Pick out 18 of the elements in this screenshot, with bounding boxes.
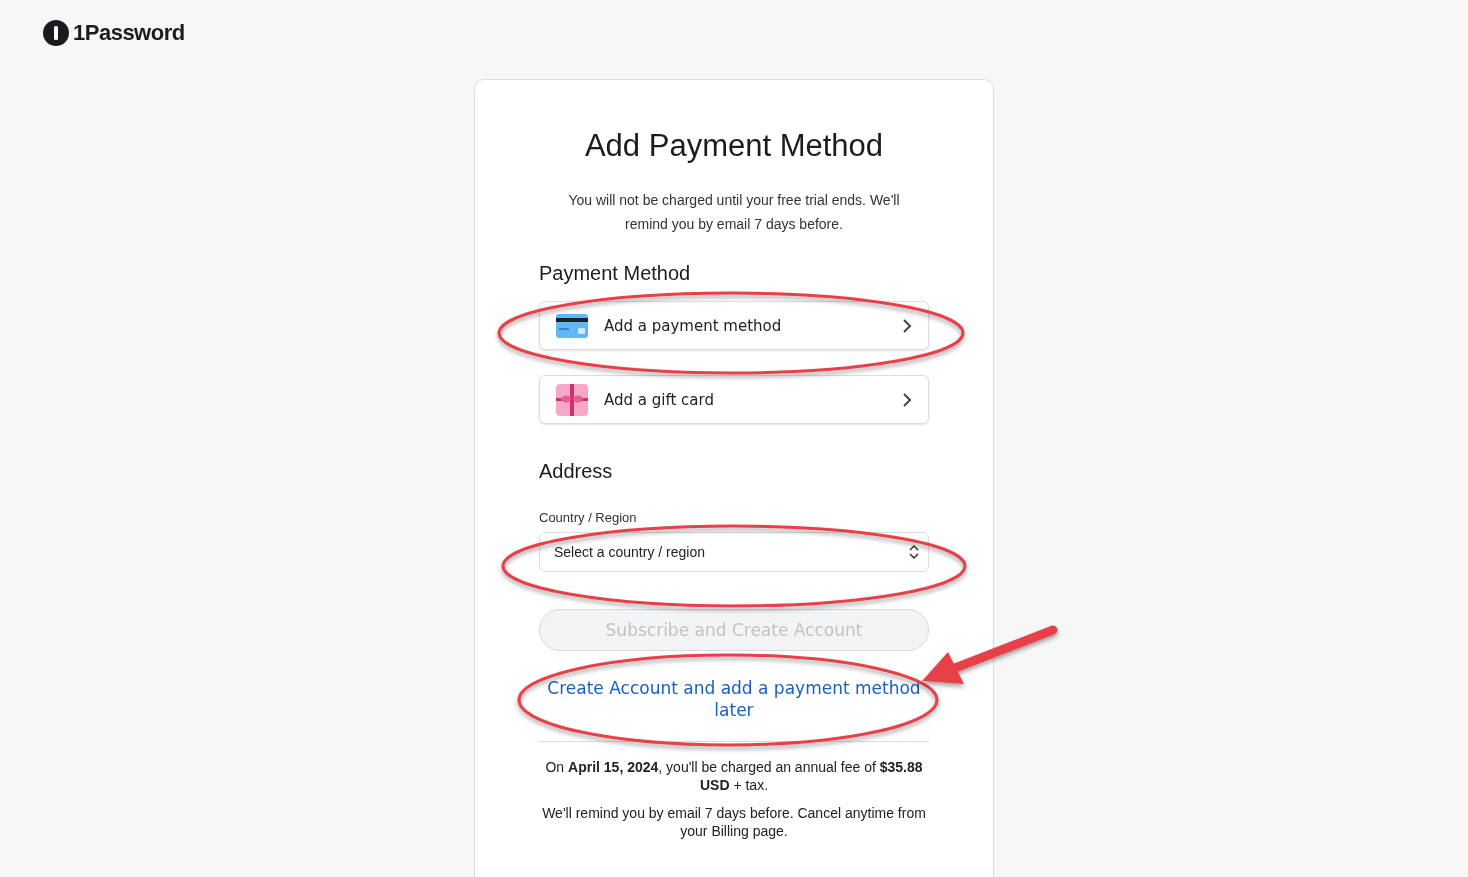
subtitle: You will not be charged until your free trial ends. We'll remind you by email 7 days before. [567, 191, 901, 234]
billing-note: On April 15, 2024, you'll be charged an annual fee of $35.88 USD + tax. [544, 758, 924, 794]
field-label: Country / Region [539, 510, 638, 525]
section-heading: Payment Method [539, 262, 692, 285]
credit-card-icon [556, 313, 588, 338]
later-link[interactable]: Create Account and add a payment method later [539, 677, 929, 721]
logo-icon [43, 20, 69, 46]
gift-icon [556, 383, 588, 416]
chevron-right-icon [902, 391, 912, 408]
payment-option[interactable]: Add a gift card [539, 375, 929, 424]
billing-note: We'll remind you by email 7 days before. Cancel anytime from your Billing page. [541, 804, 927, 840]
page-title: Add Payment Method [583, 128, 885, 164]
brand-name: 1Password [73, 20, 185, 46]
chevron-right-icon [902, 317, 912, 334]
up-down-chevron-icon [909, 544, 919, 560]
payment-option[interactable]: Add a payment method [539, 301, 929, 350]
country-select[interactable]: Select a country / region [539, 532, 929, 572]
section-heading: Address [539, 460, 614, 483]
